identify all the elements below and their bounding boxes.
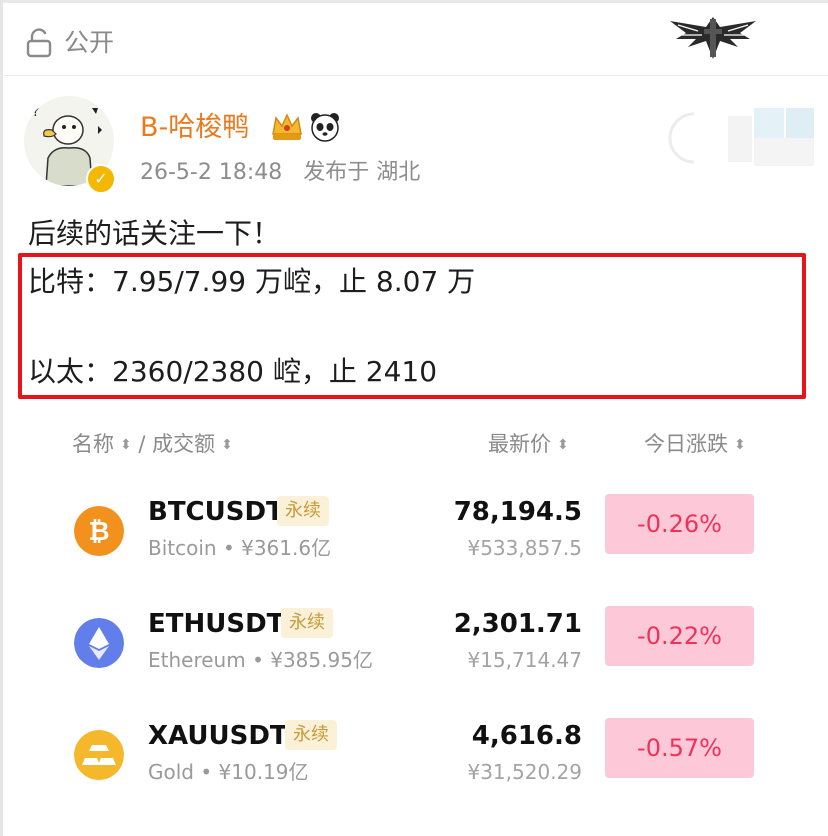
change-badge[interactable]: -0.22% bbox=[605, 606, 754, 666]
panda-icon bbox=[311, 113, 339, 142]
sort-icon: ⬍ bbox=[734, 437, 746, 453]
market-row[interactable]: XAUUSDT 永续 Gold • ¥10.19亿 4,616.8 ¥31,52… bbox=[0, 718, 828, 834]
post-text-eth-plan: 以太：2360/2380 崆，止 2410 bbox=[28, 355, 438, 388]
svg-text:?: ? bbox=[32, 104, 39, 120]
gold-icon bbox=[74, 730, 124, 780]
post-meta: 26-5-2 18:48 发布于 湖北 bbox=[140, 158, 420, 188]
symbol: ETHUSDT bbox=[148, 609, 285, 639]
crown-badge-icon bbox=[272, 113, 302, 140]
post-time: 26-5-2 18:48 bbox=[140, 160, 283, 185]
column-header-name-volume[interactable]: 名称 ⬍ / 成交额 ⬍ bbox=[72, 430, 233, 459]
symbol: XAUUSDT bbox=[148, 721, 288, 751]
coin-subtext: Gold • ¥10.19亿 bbox=[148, 760, 309, 784]
change-badge[interactable]: -0.57% bbox=[605, 718, 754, 778]
sort-icon: ⬍ bbox=[221, 437, 233, 453]
column-header-price[interactable]: 最新价 ⬍ bbox=[488, 430, 569, 459]
visibility-label: 公开 bbox=[64, 28, 115, 57]
market-row[interactable]: ETHUSDT 永续 Ethereum • ¥385.95亿 2,301.71 … bbox=[0, 606, 828, 722]
unlock-icon bbox=[26, 28, 52, 58]
symbol: BTCUSDT bbox=[148, 497, 284, 527]
post-text-line: 后续的话关注一下！ bbox=[28, 217, 281, 250]
price-cny: ¥31,520.29 bbox=[467, 760, 582, 784]
post-text-btc-plan: 比特：7.95/7.99 万崆，止 8.07 万 bbox=[28, 265, 476, 298]
last-price: 4,616.8 bbox=[471, 721, 582, 751]
author-name[interactable]: B-哈梭鸭 bbox=[140, 110, 249, 146]
price-cny: ¥533,857.5 bbox=[467, 536, 582, 560]
last-price: 2,301.71 bbox=[453, 609, 582, 639]
market-row[interactable]: ₿ BTCUSDT 永续 Bitcoin • ¥361.6亿 78,194.5 … bbox=[0, 494, 828, 610]
perpetual-tag: 永续 bbox=[285, 720, 337, 750]
last-price: 78,194.5 bbox=[453, 497, 582, 527]
svg-text:₿: ₿ bbox=[88, 517, 109, 547]
sort-icon: ⬍ bbox=[120, 437, 132, 453]
winged-cross-emblem-icon bbox=[670, 17, 756, 59]
column-header-change[interactable]: 今日涨跌 ⬍ bbox=[644, 430, 746, 459]
change-badge[interactable]: -0.26% bbox=[605, 494, 754, 554]
sort-icon: ⬍ bbox=[557, 437, 569, 453]
coin-subtext: Ethereum • ¥385.95亿 bbox=[148, 648, 373, 672]
post-visibility-bar: 公开 bbox=[0, 3, 828, 76]
perpetual-tag: 永续 bbox=[281, 608, 333, 638]
bitcoin-icon: ₿ bbox=[74, 506, 124, 556]
ethereum-icon bbox=[74, 618, 124, 668]
post-location: 发布于 湖北 bbox=[303, 160, 421, 185]
verified-badge-icon: ✓ bbox=[86, 164, 116, 194]
price-cny: ¥15,714.47 bbox=[467, 648, 582, 672]
perpetual-tag: 永续 bbox=[277, 496, 329, 526]
coin-subtext: Bitcoin • ¥361.6亿 bbox=[148, 536, 332, 560]
blurred-follow-button[interactable] bbox=[666, 106, 816, 168]
